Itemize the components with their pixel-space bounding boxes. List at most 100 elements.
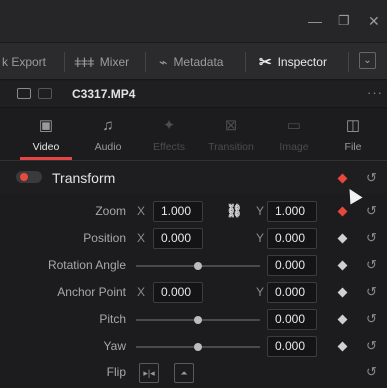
keyframe-icon[interactable] <box>337 341 348 352</box>
tab-audio[interactable]: ♫ Audio <box>82 109 134 161</box>
reset-icon[interactable]: ↺ <box>366 203 377 219</box>
slider-handle[interactable] <box>194 262 202 270</box>
reset-icon[interactable]: ↺ <box>366 338 377 354</box>
slider-handle[interactable] <box>194 316 202 324</box>
pitch-field[interactable]: 0.000 <box>267 309 317 330</box>
axis-label: X <box>137 204 146 218</box>
axis-label: X <box>137 231 146 245</box>
param-label: Flip <box>106 365 126 379</box>
metadata-icon: ⌁ <box>159 53 168 70</box>
tab-label: Transition <box>208 141 254 153</box>
transition-icon: ⊠ <box>224 117 238 134</box>
tab-label: Image <box>279 141 309 153</box>
param-label: Pitch <box>99 312 126 326</box>
reset-icon[interactable]: ↺ <box>366 284 377 300</box>
anchor-x-field[interactable]: 0.000 <box>153 282 203 303</box>
metadata-label: Metadata <box>173 55 224 69</box>
param-label: Yaw <box>103 339 126 353</box>
mixer-icon: ǂǂǂ <box>74 54 95 70</box>
inspector-tabs: ▣ Video ♫ Audio ✦ Effects ⊠ Transition ▭… <box>0 109 387 161</box>
param-label: Rotation Angle <box>47 258 126 272</box>
position-x-field[interactable]: 0.000 <box>153 228 203 249</box>
mixer-label: Mixer <box>99 55 130 69</box>
active-tab-indicator <box>20 157 72 160</box>
inspector-icon: ✂ <box>259 54 272 71</box>
pitch-row: Pitch 0.000 ↺ <box>0 307 387 333</box>
axis-label: Y <box>256 231 265 245</box>
clip-header: C3317.MP4 ··· <box>0 81 387 108</box>
yaw-slider[interactable] <box>136 343 260 351</box>
transform-enable-toggle[interactable] <box>16 171 42 183</box>
zoom-x-field[interactable]: 1.000 <box>153 201 203 222</box>
minimize-icon[interactable]: — <box>308 12 322 30</box>
keyframe-icon[interactable] <box>337 173 348 184</box>
metadata-button[interactable]: ⌁ Metadata <box>159 43 223 81</box>
position-y-field[interactable]: 0.000 <box>267 228 317 249</box>
zoom-row: Zoom X 1.000 ⛓ Y 1.000 ↺ <box>0 199 387 225</box>
reset-icon[interactable]: ↺ <box>366 230 377 246</box>
tab-label: Video <box>32 141 60 153</box>
effects-icon: ✦ <box>162 117 176 134</box>
transform-section-header[interactable]: Transform ↺ <box>0 162 387 194</box>
more-options-icon[interactable]: ··· <box>367 85 383 100</box>
tab-effects[interactable]: ✦ Effects <box>142 109 196 161</box>
page-toolbar: k Export ǂǂǂ Mixer ⌁ Metadata ✂ Inspecto… <box>0 42 387 80</box>
param-label: Anchor Point <box>57 285 126 299</box>
restore-icon[interactable]: ❐ <box>338 12 350 30</box>
keyframe-icon[interactable] <box>337 260 348 271</box>
keyframe-icon[interactable] <box>337 314 348 325</box>
reset-icon[interactable]: ↺ <box>366 311 377 327</box>
slider-handle[interactable] <box>194 343 202 351</box>
render-button[interactable]: k Export <box>2 43 46 81</box>
divider <box>145 52 146 72</box>
expand-panel-icon[interactable]: ⌄ <box>359 52 376 69</box>
clip-thumbnail-icon[interactable] <box>17 88 31 99</box>
anchor-row: Anchor Point X 0.000 Y 0.000 ↺ <box>0 280 387 306</box>
mixer-button[interactable]: ǂǂǂ Mixer <box>74 43 129 81</box>
inspector-label: Inspector <box>277 55 327 69</box>
yaw-field[interactable]: 0.000 <box>267 336 317 357</box>
tab-file[interactable]: ◫ File <box>327 109 379 161</box>
tab-label: Audio <box>94 141 122 153</box>
zoom-y-field[interactable]: 1.000 <box>267 201 317 222</box>
param-label: Zoom <box>95 204 126 218</box>
film-icon: ▣ <box>38 117 54 134</box>
yaw-row: Yaw 0.000 ↺ <box>0 334 387 360</box>
tab-label: File <box>344 141 362 153</box>
flip-row: Flip ▸|◂ ⏶ ↺ <box>0 360 387 386</box>
divider <box>64 52 65 72</box>
position-row: Position X 0.000 Y 0.000 ↺ <box>0 226 387 252</box>
keyframe-icon[interactable] <box>337 233 348 244</box>
link-icon[interactable]: ⛓ <box>226 203 243 219</box>
divider <box>348 52 349 72</box>
title-bar: — ❐ ✕ <box>0 0 387 42</box>
inspector-button[interactable]: ✂ Inspector <box>259 43 327 81</box>
tab-transition[interactable]: ⊠ Transition <box>200 109 262 161</box>
image-icon: ▭ <box>286 117 302 134</box>
reset-icon[interactable]: ↺ <box>366 364 377 380</box>
rotation-slider[interactable] <box>136 262 260 270</box>
axis-label: Y <box>256 204 265 218</box>
param-label: Position <box>83 231 126 245</box>
anchor-y-field[interactable]: 0.000 <box>267 282 317 303</box>
axis-label: X <box>137 285 146 299</box>
tab-image[interactable]: ▭ Image <box>268 109 320 161</box>
reset-icon[interactable]: ↺ <box>366 257 377 273</box>
flip-vertical-icon[interactable]: ⏶ <box>174 363 194 383</box>
keyframe-icon[interactable] <box>337 287 348 298</box>
keyframe-icon[interactable] <box>337 206 348 217</box>
tab-label: Effects <box>153 141 185 153</box>
close-icon[interactable]: ✕ <box>368 12 380 30</box>
tab-video[interactable]: ▣ Video <box>20 109 72 161</box>
flip-horizontal-icon[interactable]: ▸|◂ <box>139 363 159 383</box>
clip-secondary-icon[interactable] <box>38 88 52 99</box>
divider <box>245 52 246 72</box>
file-icon: ◫ <box>345 117 361 134</box>
music-note-icon: ♫ <box>102 117 114 134</box>
render-label: k Export <box>2 55 47 69</box>
axis-label: Y <box>256 285 265 299</box>
reset-icon[interactable]: ↺ <box>366 170 377 186</box>
rotation-field[interactable]: 0.000 <box>267 255 317 276</box>
pitch-slider[interactable] <box>136 316 260 324</box>
section-title: Transform <box>52 170 116 186</box>
